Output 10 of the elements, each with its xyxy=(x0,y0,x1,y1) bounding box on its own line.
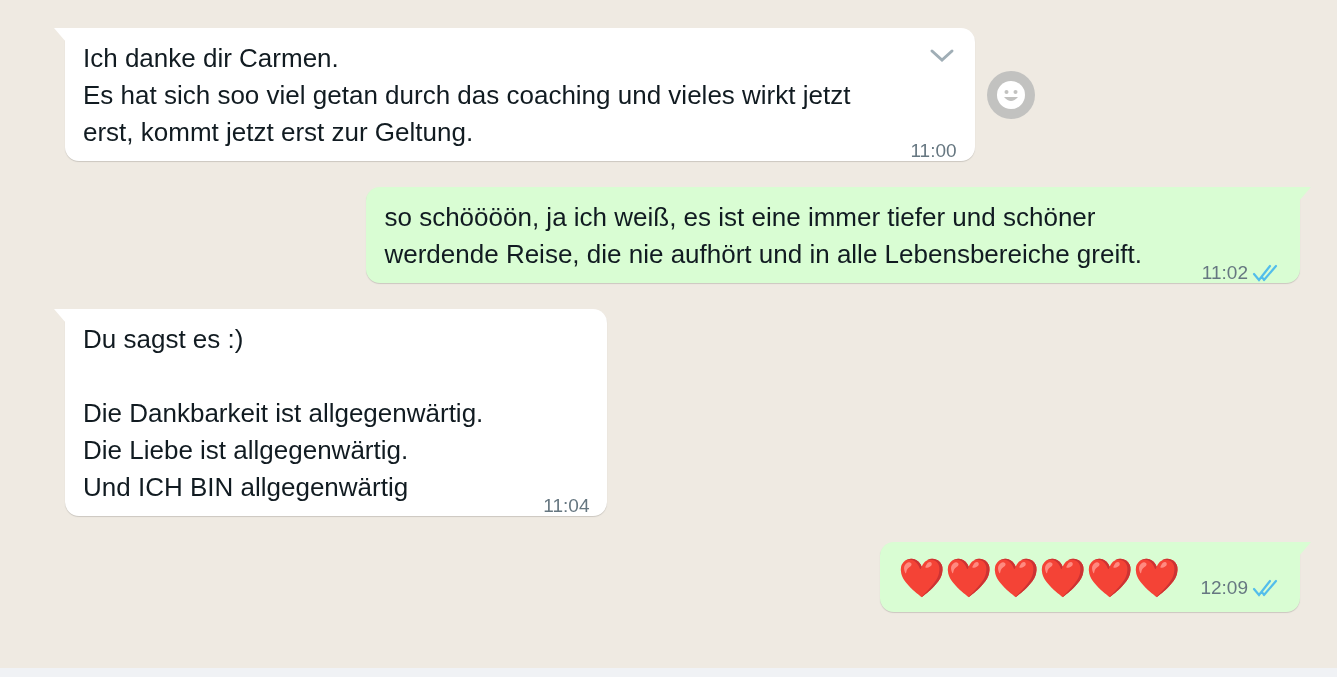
message-time: 12:09 xyxy=(1200,575,1248,600)
message-time: 11:00 xyxy=(910,138,957,163)
message-text: so schöööön, ja ich weiß, es ist eine immer tiefer und schöner werdende Reise, die nie aufhört und in alle Lebensbereiche greift. xyxy=(384,201,1143,271)
message-time: 11:02 xyxy=(1201,260,1248,285)
message-text: ❤❤❤❤❤❤ xyxy=(898,555,1181,602)
message-time: 11:04 xyxy=(543,493,590,518)
chevron-down-icon[interactable] xyxy=(928,48,955,64)
smiley-icon xyxy=(995,79,1026,110)
message-text: Ich danke dir Carmen. Es hat sich soo viel getan durch das coaching und vieles wirkt jetzt erst, kommt jetzt erst zur Geltung. xyxy=(83,42,852,149)
message-text: Du sagst es :) Die Dankbarkeit ist allgegenwärtig. Die Liebe ist allgegenwärtig. Und ICH BIN allgegenwärtig xyxy=(83,323,485,504)
